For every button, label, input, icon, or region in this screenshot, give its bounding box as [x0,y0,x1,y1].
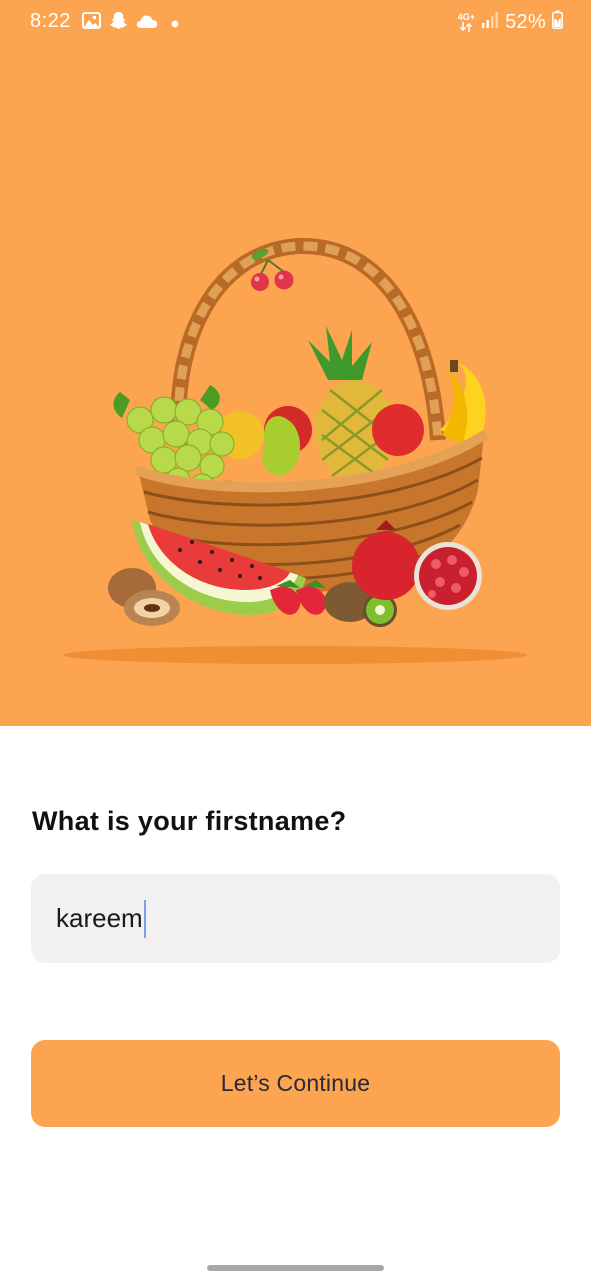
fruit-basket-illustration [60,230,530,670]
dot-icon [166,12,184,35]
text-cursor [143,899,146,938]
continue-button-label: Let’s Continue [220,1070,371,1096]
continue-button[interactable]: Let’s Continue [31,1040,560,1127]
hero-banner: 8:22 4G+ 52% [0,0,591,726]
status-bar: 8:22 4G+ 52% [0,0,591,44]
status-time: 8:22 [30,10,71,32]
firstname-value: kareem [56,903,143,933]
status-left-icons [82,11,184,36]
gallery-icon [82,12,101,35]
network-icon: 4G+ [458,13,475,32]
network-label: 4G+ [457,12,476,22]
firstname-question: What is your firstname? [32,806,347,836]
status-right-icons: 4G+ 52% [458,10,563,35]
snapchat-icon [109,11,128,36]
home-indicator[interactable] [207,1265,384,1271]
battery-percent: 52% [505,11,546,33]
battery-icon [552,10,563,35]
signal-icon [481,11,499,35]
cloud-icon [136,12,158,35]
firstname-input[interactable]: kareem [31,874,560,963]
